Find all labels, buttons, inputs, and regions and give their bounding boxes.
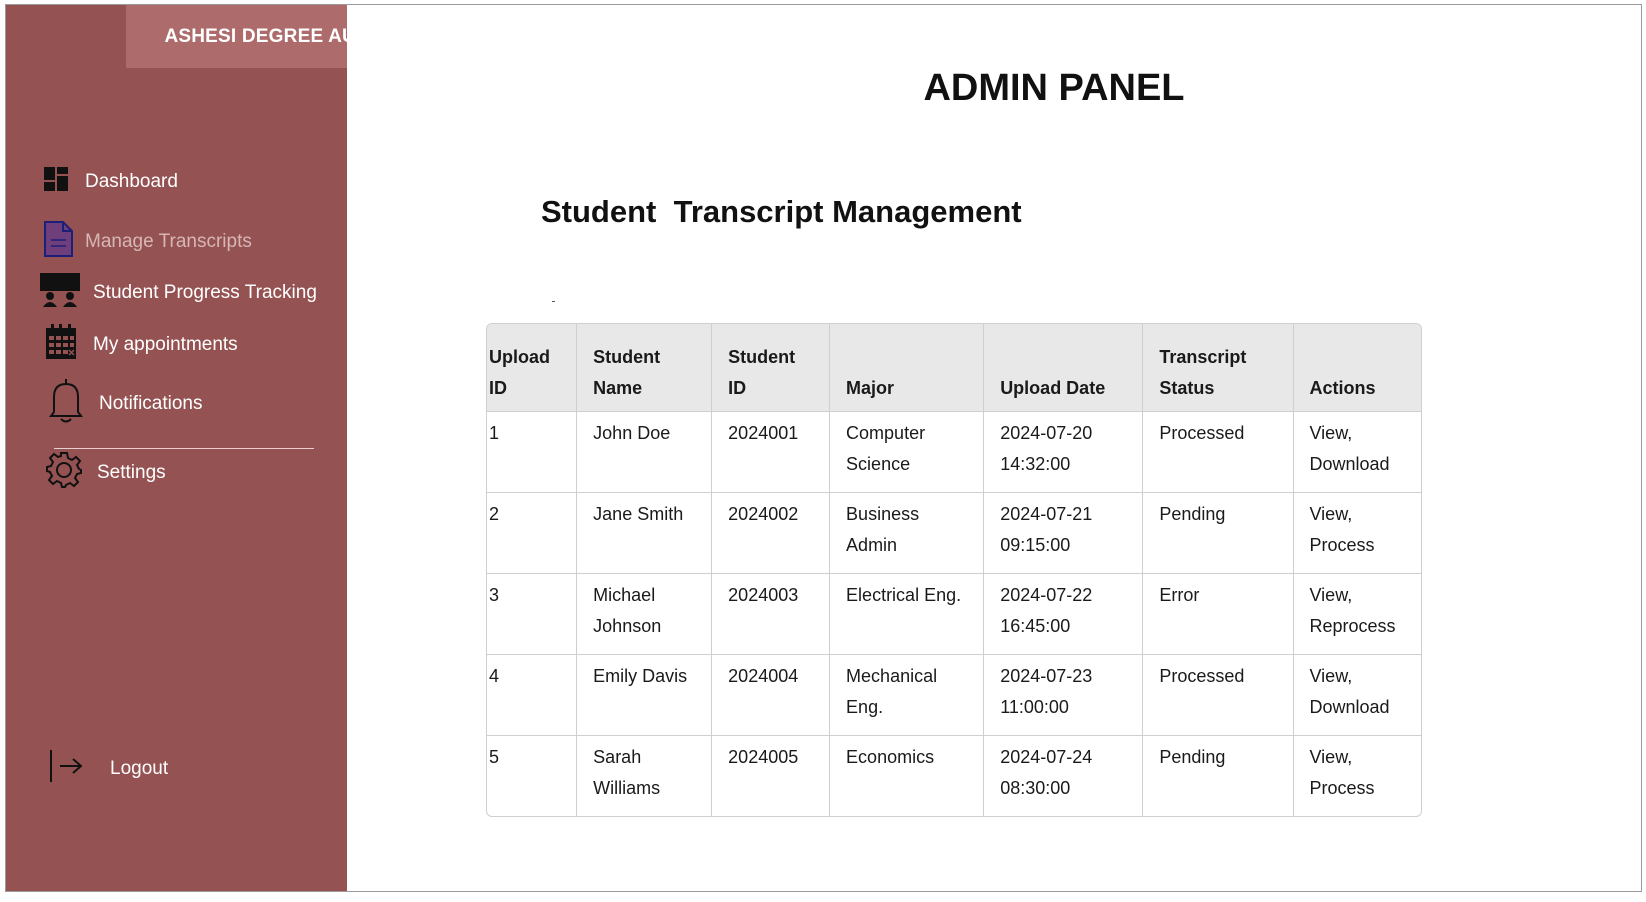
cell-student-name: Sarah Williams <box>576 735 713 816</box>
cell-actions[interactable]: View, Process <box>1293 736 1421 817</box>
column-header: Major <box>829 324 985 412</box>
calendar-icon <box>45 324 77 366</box>
main-content: ADMIN PANEL Student Transcript Managemen… <box>347 5 1641 891</box>
cell-status: Processed <box>1142 654 1294 736</box>
column-header: Student Name <box>576 324 713 412</box>
cell-major: Electrical Eng. <box>829 573 985 655</box>
column-header: Student ID <box>711 324 831 412</box>
sidebar-item-label: My appointments <box>93 334 238 355</box>
cell-actions[interactable]: View, Download <box>1293 411 1421 493</box>
classroom-icon <box>40 273 80 313</box>
divider-mark <box>552 301 555 302</box>
cell-student-name: Michael Johnson <box>576 573 713 655</box>
cell-student-name: Jane Smith <box>576 492 713 574</box>
cell-upload-id: 1 <box>487 411 578 493</box>
sidebar-item-label: Student Progress Tracking <box>93 282 317 303</box>
table-row: 1 John Doe 2024001 Computer Science 2024… <box>487 411 1421 493</box>
cell-upload-id: 3 <box>487 573 578 655</box>
cell-actions[interactable]: View, Reprocess <box>1293 573 1421 655</box>
cell-upload-date: 2024-07-21 09:15:00 <box>983 492 1144 574</box>
table-row: 5 Sarah Williams 2024005 Economics 2024-… <box>487 735 1421 817</box>
cell-upload-date: 2024-07-22 16:45:00 <box>983 573 1144 655</box>
cell-major: Economics <box>829 735 985 816</box>
cell-major: Mechanical Eng. <box>829 654 985 736</box>
sidebar-item-label: Notifications <box>99 393 203 414</box>
cell-upload-date: 2024-07-23 11:00:00 <box>983 654 1144 736</box>
section-title: Student Transcript Management <box>541 194 1022 229</box>
cell-student-id: 2024001 <box>711 411 831 493</box>
cell-upload-id: 5 <box>487 735 578 816</box>
document-icon <box>42 220 74 264</box>
cell-status: Pending <box>1142 735 1294 816</box>
sidebar-item-label: Settings <box>97 462 166 483</box>
table-row: 2 Jane Smith 2024002 Business Admin 2024… <box>487 492 1421 574</box>
logout-label: Logout <box>110 758 169 779</box>
sidebar-item-label: Manage Transcripts <box>85 231 252 252</box>
cell-student-id: 2024002 <box>711 492 831 574</box>
logout-icon <box>48 749 84 789</box>
dashboard-grid-icon <box>43 166 69 198</box>
cell-status: Pending <box>1142 492 1294 574</box>
table-header-row: Upload ID Student Name Student ID Major … <box>487 324 1421 412</box>
logout-button[interactable]: Logout <box>48 749 168 789</box>
cell-upload-date: 2024-07-24 08:30:00 <box>983 735 1144 816</box>
sidebar-item-appointments[interactable]: My appointments <box>45 324 238 366</box>
app-window: ASHESI DEGREE AUDIT PORTAL Dashboard Man… <box>5 4 1642 892</box>
cell-status: Error <box>1142 573 1294 655</box>
sidebar: ASHESI DEGREE AUDIT PORTAL Dashboard Man… <box>6 5 509 891</box>
column-header: Upload Date <box>983 324 1144 412</box>
table-row: 3 Michael Johnson 2024003 Electrical Eng… <box>487 573 1421 655</box>
sidebar-item-notifications[interactable]: Notifications <box>49 378 203 430</box>
sidebar-item-label: Dashboard <box>85 171 178 192</box>
cell-actions[interactable]: View, Download <box>1293 654 1421 736</box>
sidebar-divider <box>54 448 314 449</box>
column-header: Transcript Status <box>1142 324 1294 412</box>
cell-student-id: 2024004 <box>711 654 831 736</box>
cell-major: Computer Science <box>829 411 985 493</box>
gear-icon <box>45 451 83 495</box>
cell-upload-id: 2 <box>487 492 578 574</box>
cell-student-id: 2024005 <box>711 735 831 816</box>
page-title: ADMIN PANEL <box>923 67 1185 109</box>
sidebar-item-manage-transcripts[interactable]: Manage Transcripts <box>42 220 252 264</box>
cell-student-name: John Doe <box>576 411 713 493</box>
bell-icon <box>49 378 83 430</box>
cell-major: Business Admin <box>829 492 985 574</box>
sidebar-item-student-progress[interactable]: Student Progress Tracking <box>40 273 317 313</box>
sidebar-item-settings[interactable]: Settings <box>45 451 166 495</box>
cell-upload-id: 4 <box>487 654 578 736</box>
column-header: Actions <box>1293 324 1421 412</box>
table-row: 4 Emily Davis 2024004 Mechanical Eng. 20… <box>487 654 1421 736</box>
transcripts-table: Upload ID Student Name Student ID Major … <box>486 323 1422 817</box>
cell-upload-date: 2024-07-20 14:32:00 <box>983 411 1144 493</box>
column-header: Upload ID <box>487 324 578 412</box>
cell-actions[interactable]: View, Process <box>1293 492 1421 574</box>
cell-student-id: 2024003 <box>711 573 831 655</box>
cell-status: Processed <box>1142 411 1294 493</box>
sidebar-item-dashboard[interactable]: Dashboard <box>43 166 178 198</box>
cell-student-name: Emily Davis <box>576 654 713 736</box>
